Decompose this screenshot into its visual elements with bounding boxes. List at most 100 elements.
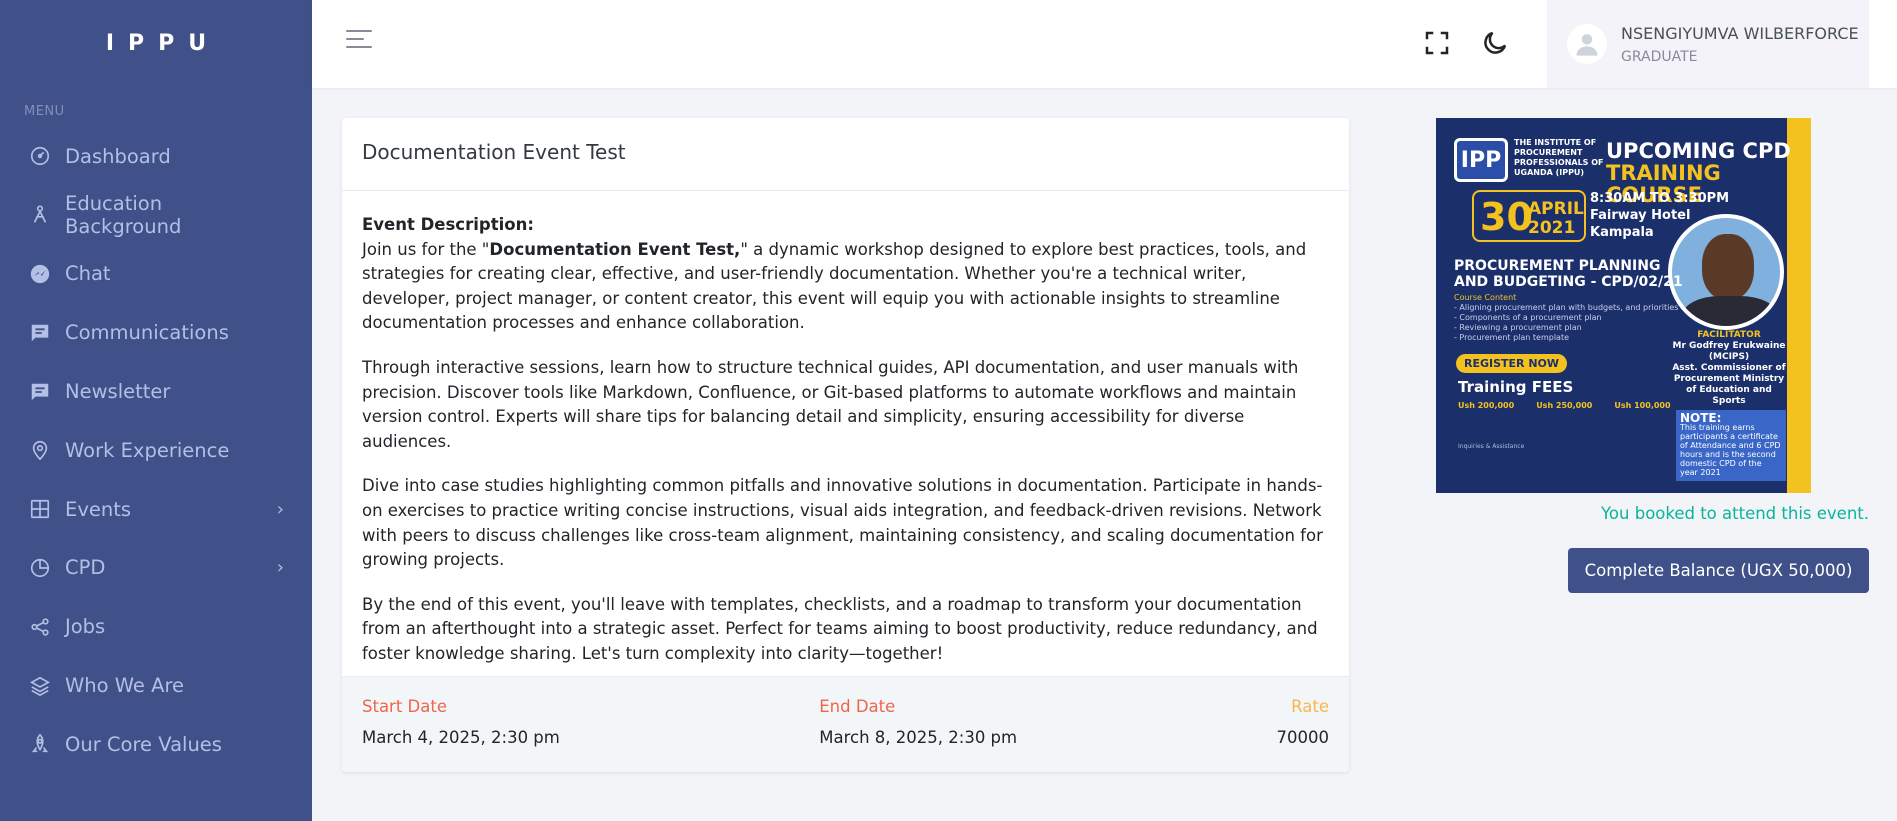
message-icon	[29, 381, 51, 403]
layers-icon	[29, 675, 51, 697]
sidebar-item-chat[interactable]: Chat	[0, 245, 312, 304]
education-icon	[29, 204, 51, 226]
poster-fee: Ush 100,000	[1614, 401, 1671, 410]
start-date-label: Start Date	[362, 697, 447, 716]
description-paragraph: Dive into case studies highlighting comm…	[362, 476, 1323, 570]
message-icon	[29, 322, 51, 344]
sidebar-item-events[interactable]: Events ›	[0, 480, 312, 539]
start-date: Start Date March 4, 2025, 2:30 pm	[362, 697, 819, 752]
dark-mode-moon-icon[interactable]	[1480, 28, 1510, 58]
rate-label: Rate	[1291, 697, 1329, 716]
sidebar-item-label: Events	[65, 497, 132, 521]
chat-icon	[29, 263, 51, 285]
end-date-label: End Date	[819, 697, 896, 716]
avatar	[1567, 24, 1607, 64]
sidebar-item-jobs[interactable]: Jobs	[0, 597, 312, 656]
sidebar-item-label: Work Experience	[65, 438, 230, 462]
sidebar-item-communications[interactable]: Communications	[0, 303, 312, 362]
event-description: Event Description: Join us for the "Docu…	[342, 191, 1349, 667]
sidebar-item-newsletter[interactable]: Newsletter	[0, 362, 312, 421]
event-card: Documentation Event Test Event Descripti…	[342, 118, 1349, 772]
poster-date: 30 APRIL 2021	[1472, 190, 1586, 242]
sidebar-item-label: Who We Are	[65, 674, 185, 698]
rocket-icon	[29, 733, 51, 755]
poster-contents-title: Course Content	[1454, 293, 1517, 302]
ippu-logo: IPP	[1454, 138, 1508, 182]
intro-bold-text: Documentation Event Test,	[489, 239, 741, 259]
poster-note-text: This training earns participants a certi…	[1680, 423, 1781, 477]
share-icon	[29, 616, 51, 638]
sidebar-item-label: Our Core Values	[65, 732, 222, 756]
user-profile-dropdown[interactable]: NSENGIYUMVA WILBERFORCE GRADUATE	[1547, 0, 1869, 88]
poster-institute: THE INSTITUTE OF PROCUREMENT PROFESSIONA…	[1514, 138, 1604, 177]
location-pin-icon	[29, 439, 51, 461]
description-paragraph: Join us for the "Documentation Event Tes…	[362, 238, 1329, 336]
poster-course-line: AND BUDGETING - CPD/02/21	[1454, 274, 1683, 290]
description-label: Event Description:	[362, 215, 534, 234]
sidebar-item-our-core-values[interactable]: Our Core Values	[0, 715, 312, 774]
intro-text: Join us for the "	[362, 239, 490, 259]
sidebar-item-education-background[interactable]: Education Background	[0, 186, 312, 245]
poster-course: PROCUREMENT PLANNING AND BUDGETING - CPD…	[1454, 258, 1683, 290]
description-paragraph: Through interactive sessions, learn how …	[362, 357, 1299, 451]
poster-upcoming: UPCOMING CPD	[1606, 139, 1791, 163]
poster-fees-title: Training FEES	[1458, 378, 1574, 396]
sidebar-item-work-experience[interactable]: Work Experience	[0, 421, 312, 480]
poster-contents: Course Content - Aligning procurement pl…	[1454, 293, 1678, 343]
poster-course-line: PROCUREMENT PLANNING	[1454, 258, 1661, 274]
chevron-right-icon: ›	[276, 557, 284, 579]
hamburger-menu-icon[interactable]	[346, 30, 374, 56]
brand-logo[interactable]: IPPU	[0, 0, 312, 86]
sidebar-item-label: Jobs	[65, 615, 106, 639]
poster-day: 30	[1480, 195, 1533, 239]
event-title: Documentation Event Test	[342, 118, 1349, 191]
poster-note: NOTE: This training earns participants a…	[1676, 410, 1786, 481]
user-role: GRADUATE	[1621, 48, 1698, 65]
sidebar-item-label: Dashboard	[65, 144, 171, 168]
poster-register: REGISTER NOW	[1456, 354, 1568, 373]
start-date-value: March 4, 2025, 2:30 pm	[362, 728, 560, 747]
sidebar: IPPU MENU Dashboard Education Background…	[0, 0, 312, 821]
poster-facilitator-name: Mr Godfrey Erukwaine (MCIPS)	[1672, 341, 1786, 362]
sidebar-item-label: Education Background	[65, 192, 182, 239]
poster-facilitator-role: Asst. Commissioner of Procurement Minist…	[1672, 363, 1786, 406]
pie-chart-icon	[29, 557, 51, 579]
sidebar-item-label: Communications	[65, 321, 229, 345]
poster-fees: Ush 200,000 Ush 250,000 Ush 100,000	[1458, 401, 1671, 410]
user-name: NSENGIYUMVA WILBERFORCE	[1621, 23, 1859, 43]
poster-contents-item: - Aligning procurement plan with budgets…	[1454, 303, 1679, 312]
grid-icon	[29, 498, 51, 520]
poster-note-title: NOTE:	[1680, 411, 1722, 425]
sidebar-item-dashboard[interactable]: Dashboard	[0, 127, 312, 186]
rate-value: 70000	[1276, 728, 1330, 747]
chevron-right-icon: ›	[276, 498, 284, 520]
poster-contents-item: - Components of a procurement plan	[1454, 313, 1602, 322]
rate: Rate 70000	[1277, 697, 1330, 752]
topbar: NSENGIYUMVA WILBERFORCE GRADUATE	[312, 0, 1897, 88]
sidebar-item-cpd[interactable]: CPD ›	[0, 539, 312, 598]
sidebar-item-label: CPD	[65, 556, 106, 580]
dashboard-icon	[29, 145, 51, 167]
poster-facilitator-title: FACILITATOR	[1697, 330, 1761, 340]
sidebar-item-label: Chat	[65, 262, 111, 286]
facilitator-photo	[1668, 214, 1784, 330]
complete-balance-button[interactable]: Complete Balance (UGX 50,000)	[1568, 548, 1869, 593]
booked-status-text: You booked to attend this event.	[1601, 504, 1869, 523]
poster-inquiries: Inquiries & Assistance	[1458, 443, 1525, 450]
description-paragraph: By the end of this event, you'll leave w…	[362, 594, 1318, 663]
menu-title: MENU	[24, 104, 65, 119]
poster-month: APRIL 2021	[1528, 199, 1584, 238]
poster-contents-item: - Procurement plan template	[1454, 333, 1570, 342]
fullscreen-icon[interactable]	[1422, 28, 1452, 58]
end-date: End Date March 8, 2025, 2:30 pm	[819, 697, 1276, 752]
event-poster-image: IPP THE INSTITUTE OF PROCUREMENT PROFESS…	[1436, 118, 1811, 493]
end-date-value: March 8, 2025, 2:30 pm	[819, 728, 1018, 747]
poster-contents-item: - Reviewing a procurement plan	[1454, 323, 1582, 332]
poster-fee: Ush 200,000	[1458, 401, 1515, 410]
sidebar-item-label: Newsletter	[65, 380, 171, 404]
event-details-footer: Start Date March 4, 2025, 2:30 pm End Da…	[342, 676, 1349, 772]
poster-time: 8:30AM TO 3:30PM	[1590, 191, 1730, 206]
poster-fee: Ush 250,000	[1536, 401, 1593, 410]
poster-facilitator: FACILITATOR Mr Godfrey Erukwaine (MCIPS)…	[1670, 330, 1788, 407]
sidebar-item-who-we-are[interactable]: Who We Are	[0, 656, 312, 715]
